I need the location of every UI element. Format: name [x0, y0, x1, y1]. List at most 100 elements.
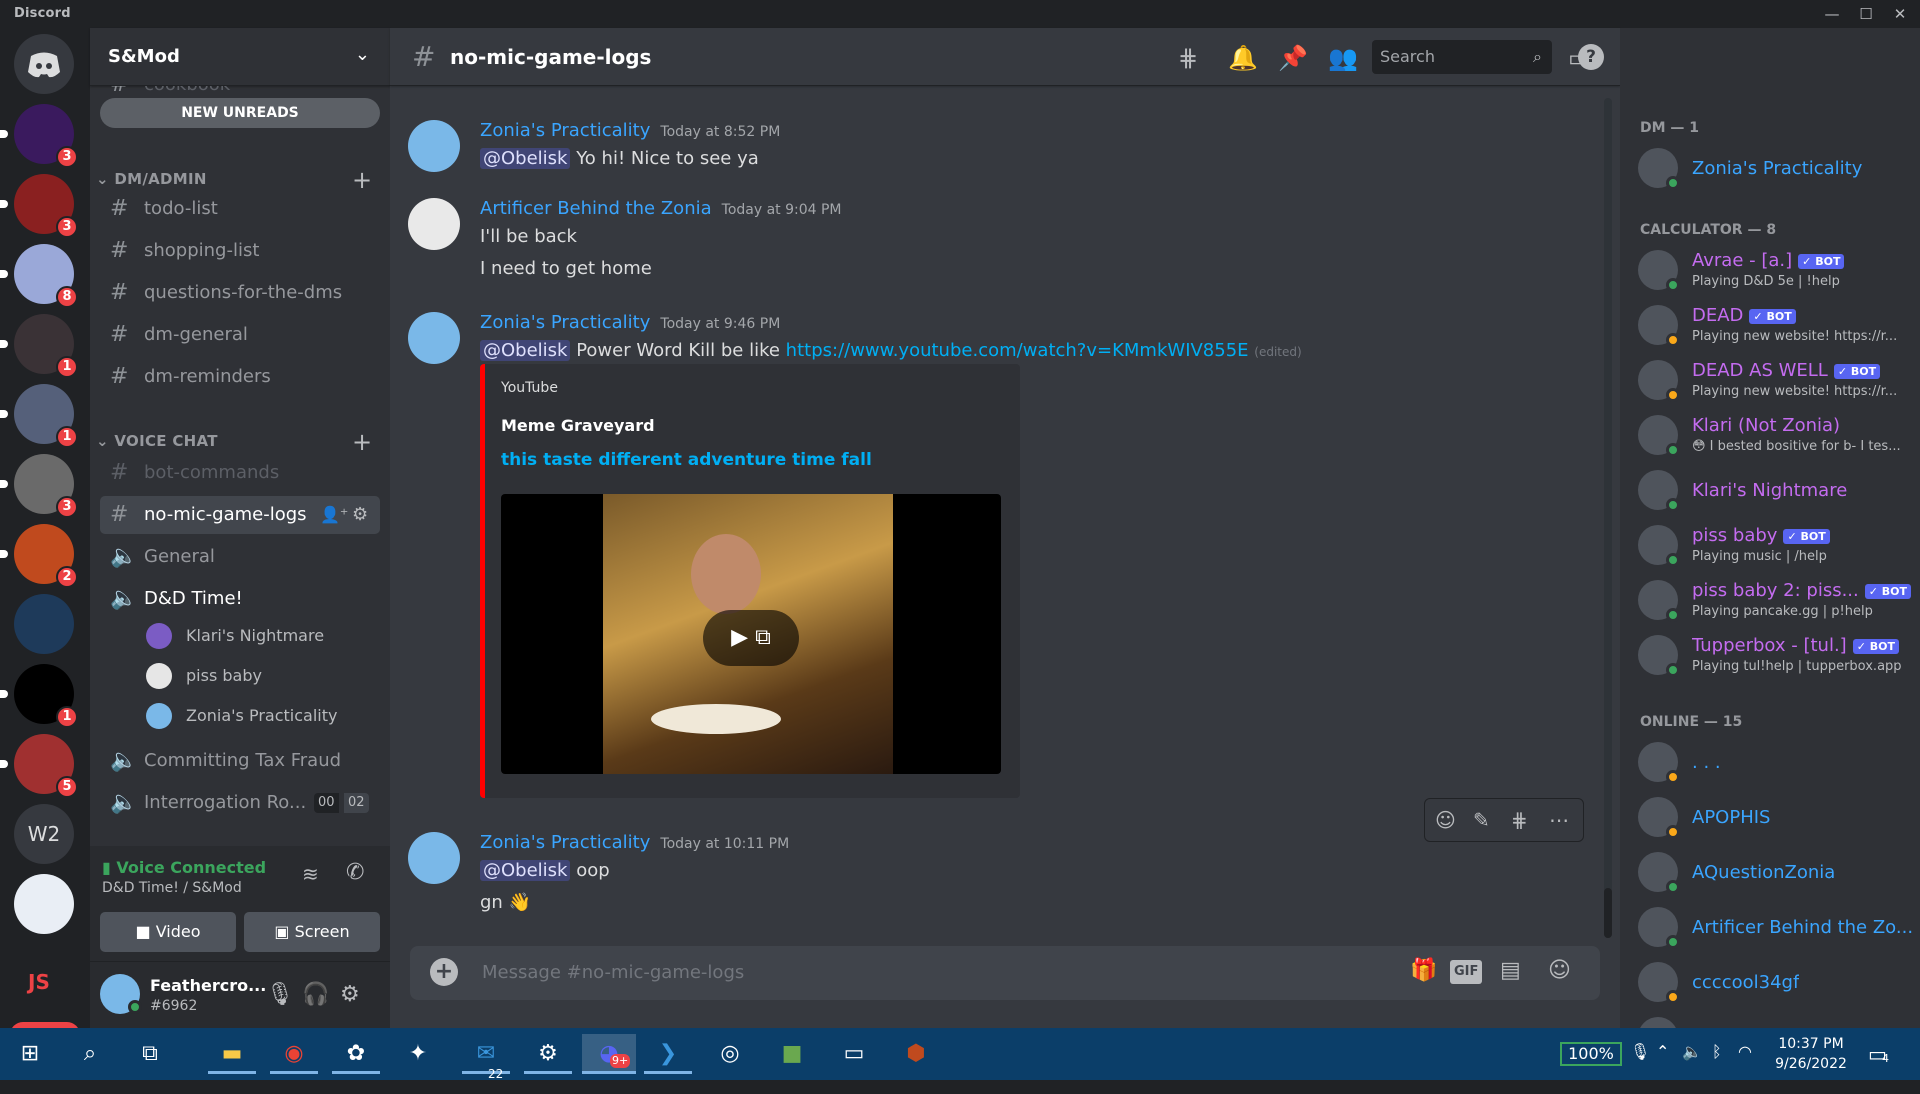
member-item[interactable]: Zonia's Practicality	[1638, 144, 1918, 194]
task-view-icon[interactable]: ⧉	[126, 1034, 174, 1074]
scrollbar-thumb[interactable]	[1604, 888, 1612, 938]
channel-no-mic-game-logs[interactable]: # no-mic-game-logs 👤⁺ ⚙	[100, 496, 380, 534]
voice-user[interactable]: Klari's Nightmare	[146, 618, 324, 654]
video-thumbnail[interactable]: ▶ ⧉	[501, 494, 1001, 774]
steam-icon[interactable]: ⚙	[524, 1034, 572, 1074]
volume-icon[interactable]: 🔈	[1682, 1042, 1702, 1061]
home-button[interactable]	[14, 34, 74, 94]
member-item[interactable]: DEAD AS WELL ✓ BOT Playing new website! ht…	[1638, 356, 1918, 406]
wifi-icon[interactable]: ◠	[1738, 1042, 1752, 1061]
threads-icon[interactable]: ⋕	[1178, 44, 1198, 72]
voice-channel-general[interactable]: 🔈 General	[100, 538, 380, 576]
gift-icon[interactable]: 🎁	[1410, 958, 1437, 983]
help-icon[interactable]: ?	[1578, 44, 1604, 70]
member-item[interactable]: . . .	[1638, 738, 1918, 788]
add-channel-icon[interactable]: +	[352, 428, 372, 456]
paint-icon[interactable]: ✦	[394, 1034, 442, 1074]
mention[interactable]: @Obelisk	[480, 148, 571, 169]
edit-icon[interactable]: ✎	[1473, 808, 1490, 832]
start-windows-icon[interactable]: ⊞	[6, 1034, 54, 1074]
mention[interactable]: @Obelisk	[480, 860, 571, 881]
server-icon[interactable]: 3	[0, 174, 78, 238]
app-icon[interactable]: ✿	[332, 1034, 380, 1074]
member-item[interactable]: piss baby ✓ BOT Playing music | /help	[1638, 521, 1918, 571]
voice-user[interactable]: piss baby	[146, 658, 262, 694]
emoji-icon[interactable]: ☺	[1548, 958, 1571, 983]
server-js[interactable]: JS	[14, 962, 74, 1002]
channel-questions-for-the-dms[interactable]: # questions-for-the-dms	[100, 274, 380, 312]
chevron-up-icon[interactable]: ⌃	[1656, 1042, 1669, 1061]
message-composer[interactable]: + Message #no-mic-game-logs 🎁 GIF ▤ ☺	[410, 946, 1600, 1000]
gear-icon[interactable]: ⚙	[340, 982, 360, 1007]
avatar[interactable]	[408, 832, 460, 884]
screen-share-button[interactable]: ▣ Screen	[244, 912, 380, 952]
embed-author[interactable]: Meme Graveyard	[501, 416, 655, 435]
server-icon[interactable]	[14, 874, 74, 934]
member-item[interactable]: Avrae - [a.] ✓ BOT Playing D&D 5e | !help	[1638, 246, 1918, 296]
server-icon[interactable]	[14, 594, 74, 654]
headphones-icon[interactable]: 🎧	[302, 982, 329, 1007]
thread-icon[interactable]: ⋕	[1511, 808, 1528, 832]
member-item[interactable]: AQuestionZonia	[1638, 848, 1918, 898]
video-button[interactable]: ■ Video	[100, 912, 236, 952]
channel-dm-general[interactable]: # dm-general	[100, 316, 380, 354]
member-item[interactable]: Artificer Behind the Zo...	[1638, 903, 1918, 953]
channel-shopping-list[interactable]: # shopping-list	[100, 232, 380, 270]
minimize-button[interactable]: —	[1818, 2, 1846, 26]
microphone-tray-icon[interactable]: 🎙	[1630, 1042, 1650, 1061]
message-author[interactable]: Zonia's Practicality Today at 10:11 PM	[480, 832, 789, 853]
chevron-down-icon[interactable]: ⌄	[355, 44, 370, 65]
microphone-icon[interactable]: 🎙	[266, 982, 294, 1007]
gear-icon[interactable]: ⚙	[352, 496, 368, 534]
new-unreads-bar[interactable]: NEW UNREADS	[100, 98, 380, 128]
server-icon[interactable]: 3	[0, 454, 78, 518]
server-icon[interactable]: 1	[0, 384, 78, 448]
obs-icon[interactable]: ◎	[706, 1034, 754, 1074]
voice-channel-dnd-time[interactable]: 🔈 D&D Time!	[100, 580, 380, 618]
pin-icon[interactable]: 📌	[1278, 44, 1308, 72]
invite-icon[interactable]: 👤⁺	[320, 496, 348, 534]
member-item[interactable]: Klari (Not Zonia) 😳 I bested bositive for…	[1638, 411, 1918, 461]
embed-title[interactable]: this taste different adventure time fall	[501, 450, 872, 470]
voice-channel-interrogation[interactable]: 🔈 Interrogation Ro... 00 02	[100, 784, 380, 822]
member-item[interactable]: DEAD ✓ BOT Playing new website! https://r.…	[1638, 301, 1918, 351]
disconnect-icon[interactable]: ✆	[346, 860, 364, 885]
vscode-icon[interactable]: ❯	[644, 1034, 692, 1074]
mention[interactable]: @Obelisk	[480, 340, 571, 361]
discord-icon[interactable]: ◕ 9+	[582, 1034, 636, 1074]
terminal-icon[interactable]: ▭	[830, 1034, 878, 1074]
server-icon[interactable]: 1	[0, 314, 78, 378]
category-dm-admin[interactable]: ⌄ DM/ADMIN +	[96, 166, 372, 194]
add-reaction-icon[interactable]: ☺	[1435, 808, 1456, 832]
member-item[interactable]: APOPHIS	[1638, 793, 1918, 843]
author-name[interactable]: Zonia's Practicality	[480, 312, 650, 333]
upload-plus-icon[interactable]: +	[430, 958, 458, 986]
member-item[interactable]: Klari's Nightmare	[1638, 466, 1918, 516]
mail-icon[interactable]: ✉ 22	[462, 1034, 510, 1081]
message-author[interactable]: Zonia's Practicality Today at 9:46 PM	[480, 312, 780, 333]
dice-app-icon[interactable]: ⬢	[892, 1034, 940, 1074]
minecraft-icon[interactable]: ■	[768, 1034, 816, 1074]
voice-channel-tax-fraud[interactable]: 🔈 Committing Tax Fraud	[100, 742, 380, 780]
play-button[interactable]: ▶ ⧉	[703, 610, 799, 666]
author-name[interactable]: Zonia's Practicality	[480, 120, 650, 141]
voice-status[interactable]: ▮ Voice Connected	[102, 858, 266, 877]
author-name[interactable]: Artificer Behind the Zonia	[480, 198, 712, 219]
avatar[interactable]	[408, 312, 460, 364]
category-voice-chat[interactable]: ⌄ VOICE CHAT +	[96, 428, 372, 456]
channel-todo-list[interactable]: # todo-list	[100, 190, 380, 228]
server-icon[interactable]: 5	[0, 734, 78, 798]
close-button[interactable]: ✕	[1886, 2, 1914, 26]
noise-suppression-icon[interactable]: ≋	[302, 862, 319, 886]
avatar[interactable]	[408, 120, 460, 172]
message-author[interactable]: Artificer Behind the Zonia Today at 9:04 …	[480, 198, 842, 219]
member-item[interactable]: piss baby 2: piss... ✓ BOT Playing pancake…	[1638, 576, 1918, 626]
username[interactable]: Feathercro...	[150, 976, 266, 995]
channel-bot-commands[interactable]: # bot-commands	[100, 454, 380, 492]
member-item[interactable]: ccccool34gf	[1638, 958, 1918, 1008]
server-icon[interactable]: 1	[0, 664, 78, 728]
member-item[interactable]: Destiny【CosplayGa	[1638, 1013, 1918, 1028]
search-input[interactable]: Search ⌕	[1372, 40, 1552, 74]
battery-indicator[interactable]: 100%	[1560, 1042, 1622, 1066]
search-icon[interactable]: ⌕	[66, 1034, 114, 1074]
